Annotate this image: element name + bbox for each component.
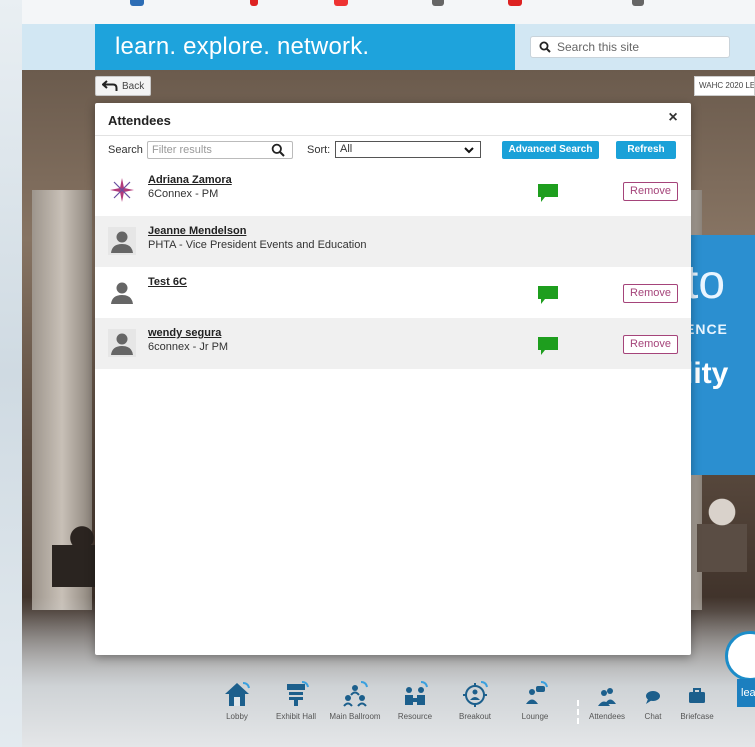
attendee-subtitle: PHTA - Vice President Events and Educati… — [148, 239, 367, 251]
attendee-list: Adriana Zamora 6Connex - PM Remove Jeann… — [95, 165, 691, 369]
chat-bubble-icon[interactable] — [537, 285, 559, 305]
nav-lounge[interactable]: Lounge — [505, 680, 565, 721]
search-icon — [539, 41, 551, 53]
resource-icon — [405, 681, 428, 705]
sort-select[interactable]: All — [335, 141, 481, 158]
advanced-search-button[interactable]: Advanced Search — [502, 141, 599, 159]
back-button[interactable]: Back — [95, 76, 151, 96]
nav-lobby[interactable]: Lobby — [207, 680, 267, 721]
star-logo-icon — [110, 178, 134, 202]
modal-header: Attendees × — [95, 103, 691, 136]
audience-figure — [697, 492, 747, 572]
booth-icon — [287, 681, 309, 706]
attendee-row: wendy segura 6connex - Jr PM Remove — [95, 318, 691, 369]
house-icon — [225, 682, 250, 706]
lounge-icon — [526, 681, 548, 704]
nav-label: Exhibit Hall — [275, 712, 316, 721]
attendee-row: Test 6C Remove — [95, 267, 691, 318]
toolbar-icon — [508, 0, 522, 6]
modal-title: Attendees — [108, 113, 171, 128]
chat-bubble-icon — [646, 691, 660, 704]
site-search-placeholder: Search this site — [557, 40, 640, 54]
chevron-down-icon — [464, 147, 474, 154]
remove-button[interactable]: Remove — [623, 284, 678, 303]
person-icon — [108, 329, 136, 357]
nav-label: Lobby — [226, 712, 248, 721]
nav-exhibit-hall[interactable]: Exhibit Hall — [266, 680, 326, 721]
nav-label: Lounge — [521, 712, 549, 721]
venue-screen-text: to — [685, 256, 726, 309]
chat-bubble-icon[interactable] — [537, 336, 559, 356]
event-tag: WAHC 2020 LE — [694, 76, 755, 96]
nav-label: Breakout — [458, 712, 492, 721]
nav-breakout[interactable]: Breakout — [445, 680, 505, 721]
toolbar-icon — [632, 0, 644, 6]
page-background-left — [0, 0, 22, 747]
close-icon[interactable]: × — [665, 110, 681, 126]
attendees-toolbar: Search Filter results Sort: All Advanced… — [95, 136, 691, 164]
nav-resource[interactable]: Resource — [385, 680, 445, 721]
attendee-row: Adriana Zamora 6Connex - PM Remove — [95, 165, 691, 216]
venue-navigation: Lobby Exhibit Hall Main Ballroom Resourc… — [205, 680, 755, 747]
attendee-subtitle: 6connex - Jr PM — [148, 341, 229, 353]
back-button-label: Back — [122, 80, 145, 92]
search-icon[interactable] — [271, 143, 285, 157]
browser-top-strip — [22, 0, 755, 25]
sort-select-value: All — [340, 143, 353, 155]
refresh-button[interactable]: Refresh — [616, 141, 676, 159]
attendee-name[interactable]: Adriana Zamora — [148, 174, 232, 186]
site-search-input[interactable]: Search this site — [530, 36, 730, 58]
remove-button[interactable]: Remove — [623, 182, 678, 201]
toolbar-icon — [334, 0, 348, 6]
toolbar-icon — [432, 0, 444, 6]
venue-screen: to ENCE lity — [685, 235, 755, 475]
search-label: Search — [108, 144, 143, 156]
nav-label: Main Ballroom — [329, 712, 381, 721]
breakout-icon — [463, 681, 488, 707]
toolbar-icon — [130, 0, 144, 6]
person-icon — [108, 278, 136, 306]
attendee-name[interactable]: Jeanne Mendelson — [148, 225, 246, 237]
attendee-name[interactable]: wendy segura — [148, 327, 221, 339]
site-tagline: learn. explore. network. — [95, 24, 515, 70]
attendees-icon — [598, 688, 616, 706]
attendee-row: Jeanne Mendelson PHTA - Vice President E… — [95, 216, 691, 267]
venue-screen-text: ENCE — [685, 321, 728, 337]
toolbar-icon — [250, 0, 258, 6]
briefcase-icon — [689, 688, 705, 703]
back-arrow-icon — [102, 80, 118, 91]
attendees-modal: Attendees × Search Filter results Sort: … — [95, 103, 691, 655]
attendee-subtitle: 6Connex - PM — [148, 188, 219, 200]
remove-button[interactable]: Remove — [623, 335, 678, 354]
chat-bubble-icon[interactable] — [537, 183, 559, 203]
nav-label: Briefcase — [680, 712, 714, 721]
people-group-icon — [343, 681, 368, 707]
venue-screen-text: lity — [685, 357, 729, 390]
nav-label: Resource — [397, 712, 433, 721]
attendee-name[interactable]: Test 6C — [148, 276, 187, 288]
nav-main-ballroom[interactable]: Main Ballroom — [325, 680, 385, 721]
sort-label: Sort: — [307, 144, 331, 156]
person-icon — [108, 227, 136, 255]
nav-briefcase[interactable]: Briefcase — [667, 680, 727, 721]
